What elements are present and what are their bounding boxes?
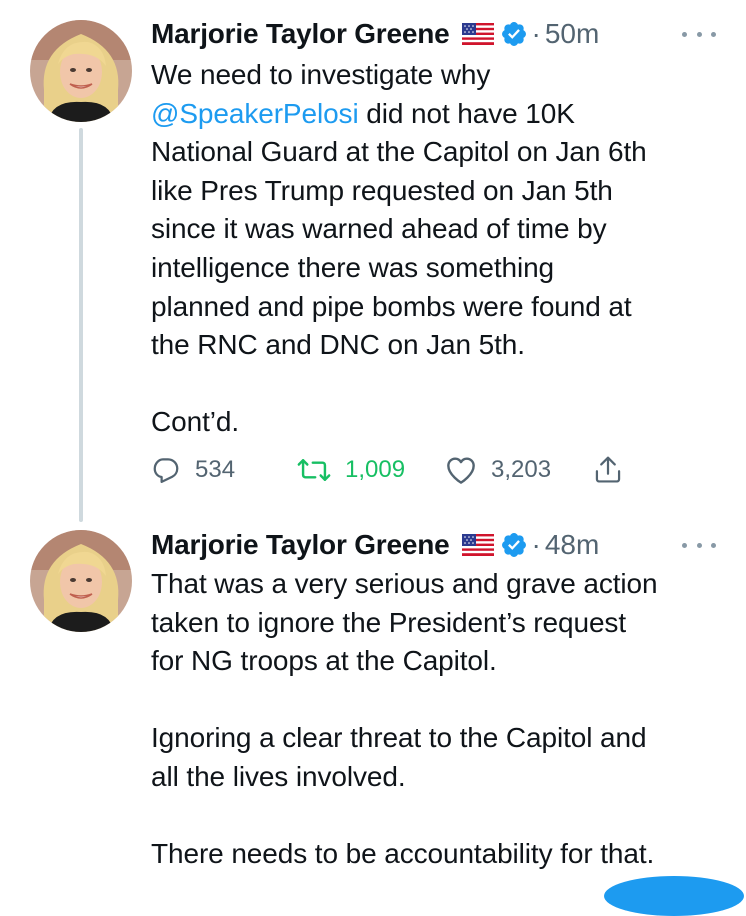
header-separator: · [531,18,541,49]
tweet-text: That was a very serious and grave action… [151,565,741,874]
avatar-image [30,530,132,632]
thread-connector [79,128,83,522]
author-avatar[interactable] [30,20,132,122]
share-icon [593,454,623,486]
avatar-image [30,20,132,122]
more-options-icon[interactable] [682,540,716,550]
more-options-icon[interactable] [682,29,716,39]
tweet-line: Cont’d. [151,406,240,438]
reply-count: 534 [195,456,236,483]
reply-icon [151,455,181,485]
tweet-line-rest: did not have 10K [358,97,575,129]
tweet-timestamp[interactable]: 48m [545,529,599,561]
tweet-text: We need to investigate why @SpeakerPelos… [151,56,741,442]
retweet-icon [297,455,331,485]
like-count: 3,203 [491,456,552,483]
tweet-header: Marjorie Taylor Greene · 48m [151,527,599,563]
retweet-button[interactable]: 1,009 [297,450,405,490]
author-avatar[interactable] [30,530,132,632]
tweet-line: planned and pipe bombs were found at [151,290,632,322]
tweet-line: That was a very serious and grave action [151,568,658,599]
tweet-line: Ignoring a clear threat to the Capitol a… [151,722,647,754]
tweet-line: all the lives involved. [151,760,406,792]
reply-button[interactable]: 534 [151,450,235,490]
tweet-timestamp[interactable]: 50m [545,18,599,50]
mention-link[interactable]: @SpeakerPelosi [151,98,359,129]
us-flag-icon [461,23,494,45]
header-separator: · [531,529,541,560]
tweet-line: There needs to be accountability for tha… [151,838,655,870]
tweet-line: intelligence there was something [151,251,555,283]
tweet-actions: 534 1,009 3,203 [151,450,631,490]
tweet-header: Marjorie Taylor Greene · 50m [151,16,599,52]
tweet-line: like Pres Trump requested on Jan 5th [151,174,613,206]
verified-badge-icon [500,20,528,48]
tweet-line: the RNC and DNC on Jan 5th. [151,329,525,361]
like-button[interactable]: 3,203 [445,450,551,490]
tweet-line: National Guard at the Capitol on Jan 6th [151,136,647,168]
us-flag-icon [461,534,494,556]
share-button[interactable] [593,450,623,490]
tweet-line: @SpeakerPelosi did not have 10K [151,95,741,134]
tweet-line: We need to investigate why [151,59,491,90]
retweet-count: 1,009 [345,456,406,483]
author-name[interactable]: Marjorie Taylor Greene [151,18,450,50]
author-name[interactable]: Marjorie Taylor Greene [151,529,450,561]
compose-fab-edge[interactable] [604,876,744,916]
tweet-line: for NG troops at the Capitol. [151,645,497,677]
verified-badge-icon [500,531,528,559]
tweet-line: taken to ignore the President’s request [151,606,626,638]
heart-icon [445,455,477,485]
tweet-line: since it was warned ahead of time by [151,213,607,245]
